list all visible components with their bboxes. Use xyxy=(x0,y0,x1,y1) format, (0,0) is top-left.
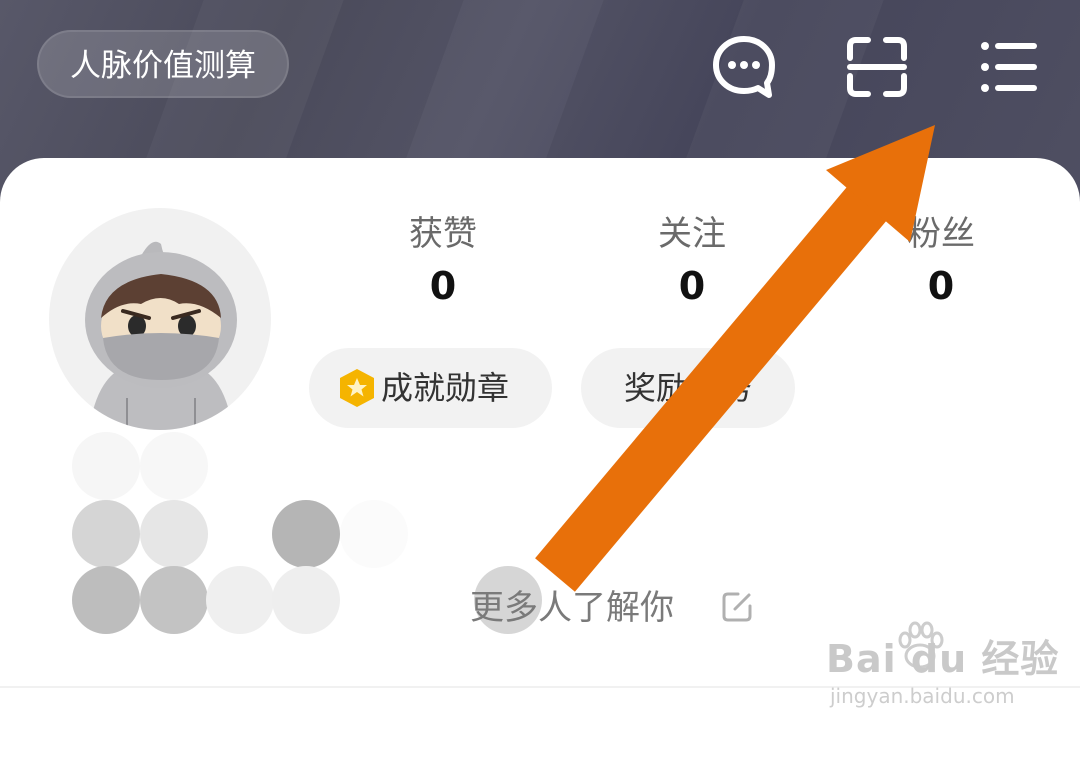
medal-icon xyxy=(340,369,374,407)
stat-following[interactable]: 关注 0 xyxy=(622,212,762,316)
menu-icon[interactable] xyxy=(976,34,1042,100)
achievements-chip[interactable]: 成就勋章 xyxy=(309,348,552,428)
stat-label: 粉丝 xyxy=(907,214,975,254)
stat-likes[interactable]: 获赞 0 xyxy=(373,212,513,316)
avatar[interactable] xyxy=(49,208,271,430)
stat-label: 获赞 xyxy=(409,214,477,254)
rewards-label: 奖励任务 xyxy=(623,369,752,407)
stat-fans[interactable]: 粉丝 0 xyxy=(871,212,1011,316)
scan-icon[interactable] xyxy=(844,34,910,100)
edit-icon[interactable] xyxy=(720,590,754,624)
stat-label: 关注 xyxy=(658,214,726,254)
bio-prompt[interactable]: 更多人了解你 xyxy=(470,584,674,632)
avatar-illustration xyxy=(85,241,237,430)
achievements-label: 成就勋章 xyxy=(381,369,510,407)
stat-value: 0 xyxy=(678,264,706,308)
stat-value: 0 xyxy=(429,264,457,308)
watermark-logo: Bai du 经验 xyxy=(826,637,1060,681)
stat-value: 0 xyxy=(927,264,955,308)
network-value-button[interactable]: 人脉价值测算 xyxy=(37,30,289,98)
message-icon[interactable] xyxy=(711,34,777,100)
rewards-chip[interactable]: 奖励任务 xyxy=(581,348,795,428)
watermark-url: jingyan.baidu.com xyxy=(830,684,1015,708)
